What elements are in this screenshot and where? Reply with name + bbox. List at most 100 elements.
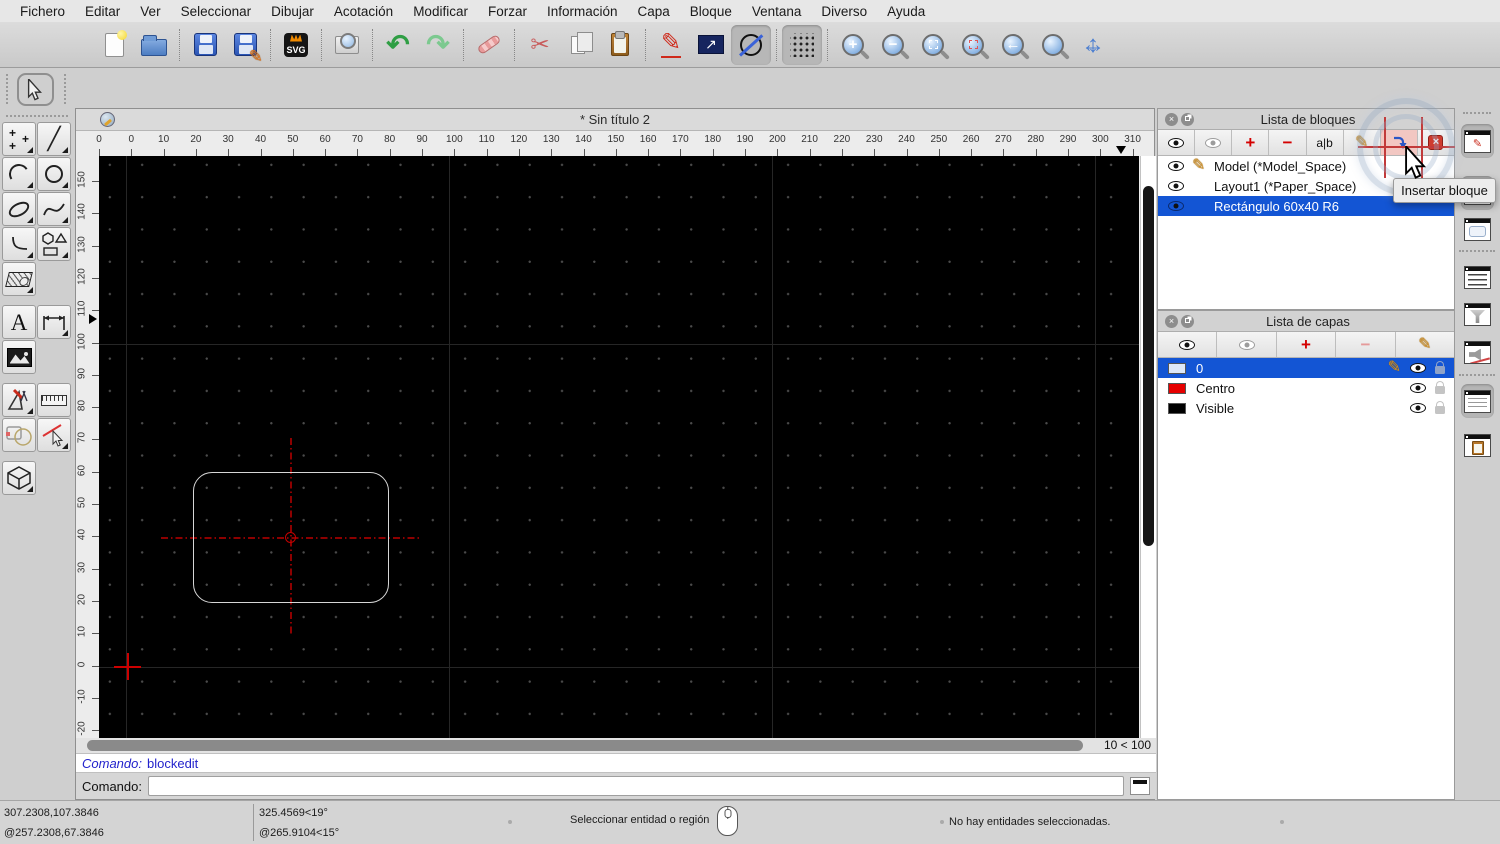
lock-icon[interactable] — [1435, 406, 1445, 414]
tool-circle-button[interactable] — [37, 157, 71, 191]
tool-arc-button[interactable] — [2, 157, 36, 191]
vertical-scrollbar[interactable] — [1140, 156, 1156, 738]
layer-minus-faded-button[interactable]: − — [1336, 332, 1395, 357]
toolbar-svg-button[interactable]: SVG — [276, 25, 316, 65]
menu-acotación[interactable]: Acotación — [324, 4, 403, 19]
tool-modify-button[interactable] — [2, 383, 36, 417]
visibility-eye-icon[interactable] — [1410, 383, 1426, 393]
tool-measure-button[interactable] — [37, 383, 71, 417]
edit-pencil-icon[interactable]: ✎ — [1388, 360, 1401, 376]
layer-row[interactable]: Centro — [1158, 378, 1454, 398]
dock-window-widget-button[interactable] — [1461, 212, 1494, 246]
horizontal-scrollbar-thumb[interactable] — [87, 740, 1083, 751]
menu-modificar[interactable]: Modificar — [403, 4, 478, 19]
tool-polyline-button[interactable] — [2, 227, 36, 261]
toolbar-zoom-in-button[interactable]: + — [833, 25, 873, 65]
menu-ver[interactable]: Ver — [130, 4, 170, 19]
dock-window-list-button[interactable] — [1461, 260, 1494, 294]
dock-window-funnel-button[interactable] — [1461, 297, 1494, 331]
menu-capa[interactable]: Capa — [628, 4, 680, 19]
toolbar-line-properties-button[interactable]: ↗ — [691, 25, 731, 65]
layer-pencil-button[interactable]: ✎ — [1396, 332, 1454, 357]
toolbar-eraser-button[interactable] — [469, 25, 509, 65]
menu-dibujar[interactable]: Dibujar — [261, 4, 324, 19]
toolbar-saveas-button[interactable]: ✎ — [225, 25, 265, 65]
command-window-toggle-button[interactable] — [1130, 777, 1150, 795]
toolbar-circle-line-button[interactable] — [731, 25, 771, 65]
block-minus-button[interactable]: − — [1269, 130, 1306, 155]
tool-text-button[interactable]: A — [2, 305, 36, 339]
detach-icon[interactable] — [1181, 113, 1194, 126]
menu-bloque[interactable]: Bloque — [680, 4, 742, 19]
tool-trim-button[interactable] — [2, 418, 36, 452]
toolbar-zoom-previous-button[interactable] — [953, 25, 993, 65]
tool-points-button[interactable]: +++ — [2, 122, 36, 156]
lock-icon[interactable] — [1435, 366, 1445, 374]
document-title-bar[interactable]: * Sin título 2 — [76, 109, 1154, 131]
close-icon[interactable]: × — [1165, 113, 1178, 126]
dock-window-commands-button[interactable] — [1461, 384, 1494, 418]
tool-polygon-button[interactable] — [37, 227, 71, 261]
dock-window-clipboard-button[interactable] — [1461, 428, 1494, 462]
menu-seleccionar[interactable]: Seleccionar — [171, 4, 262, 19]
command-input[interactable] — [148, 776, 1124, 796]
block-eye-grey-button[interactable] — [1195, 130, 1232, 155]
tool-hatch-button[interactable] — [2, 262, 36, 296]
tool-image-button[interactable] — [2, 340, 36, 374]
select-tool-button[interactable] — [17, 73, 54, 106]
drawing-canvas[interactable] — [99, 156, 1139, 738]
visibility-eye-icon[interactable] — [1410, 403, 1426, 413]
block-plus-button[interactable]: + — [1232, 130, 1269, 155]
block-eye-button[interactable] — [1158, 130, 1195, 155]
tool-select-entity-button[interactable] — [37, 418, 71, 452]
menu-ayuda[interactable]: Ayuda — [877, 4, 935, 19]
visibility-eye-icon[interactable] — [1168, 161, 1192, 171]
toolbar-save-button[interactable] — [185, 25, 225, 65]
layer-eye-button[interactable] — [1158, 332, 1217, 357]
horizontal-scrollbar[interactable]: 10 < 100 — [76, 738, 1156, 753]
layer-plus-button[interactable]: + — [1277, 332, 1336, 357]
lock-icon[interactable] — [1435, 386, 1445, 394]
dock-window-speaker-button[interactable] — [1461, 335, 1494, 369]
toolbar-zoom-auto-button[interactable] — [913, 25, 953, 65]
toolbar-open-button[interactable] — [134, 25, 174, 65]
toolbar-grid-button[interactable] — [782, 25, 822, 65]
block-pencil-button[interactable]: ✎ — [1344, 130, 1381, 155]
tool-box3d-button[interactable] — [2, 461, 36, 495]
toolbar-zoom-window-button[interactable] — [1033, 25, 1073, 65]
dock-window-pencil-button[interactable]: ✎ — [1461, 124, 1494, 158]
toolbar-copy-button[interactable] — [560, 25, 600, 65]
menu-forzar[interactable]: Forzar — [478, 4, 537, 19]
menu-diverso[interactable]: Diverso — [811, 4, 877, 19]
toolbar-cut-button[interactable]: ✂ — [520, 25, 560, 65]
toolbar-paste-button[interactable] — [600, 25, 640, 65]
tool-spline-button[interactable] — [37, 192, 71, 226]
block-ab-button[interactable]: a|b — [1307, 130, 1344, 155]
visibility-eye-icon[interactable] — [1410, 363, 1426, 373]
toolbar-preview-button[interactable] — [327, 25, 367, 65]
layer-row[interactable]: 0✎ — [1158, 358, 1454, 378]
visibility-eye-icon[interactable] — [1168, 181, 1192, 191]
layer-row[interactable]: Visible — [1158, 398, 1454, 418]
toolbar-undo-button[interactable]: ↶ — [378, 25, 418, 65]
menu-información[interactable]: Información — [537, 4, 628, 19]
layer-eye-grey-button[interactable] — [1217, 332, 1276, 357]
ruler-tick — [99, 149, 100, 156]
menu-ventana[interactable]: Ventana — [742, 4, 812, 19]
close-icon[interactable]: × — [1165, 315, 1178, 328]
detach-icon[interactable] — [1181, 315, 1194, 328]
edit-pencil-icon[interactable]: ✎ — [1192, 158, 1214, 174]
tool-line-button[interactable]: ╱ — [37, 122, 71, 156]
tool-dimension-button[interactable] — [37, 305, 71, 339]
toolbar-redo-button[interactable]: ↷ — [418, 25, 458, 65]
toolbar-new-button[interactable] — [94, 25, 134, 65]
toolbar-pan-button[interactable]: ↔↕ — [1073, 25, 1113, 65]
toolbar-zoom-back-button[interactable]: ← — [993, 25, 1033, 65]
vertical-scrollbar-thumb[interactable] — [1143, 186, 1154, 546]
toolbar-attributes-button[interactable]: ✎ — [651, 25, 691, 65]
tool-ellipse-button[interactable] — [2, 192, 36, 226]
menu-editar[interactable]: Editar — [75, 4, 130, 19]
toolbar-zoom-out-button[interactable]: − — [873, 25, 913, 65]
visibility-eye-icon[interactable] — [1168, 201, 1192, 211]
menu-fichero[interactable]: Fichero — [10, 4, 75, 19]
